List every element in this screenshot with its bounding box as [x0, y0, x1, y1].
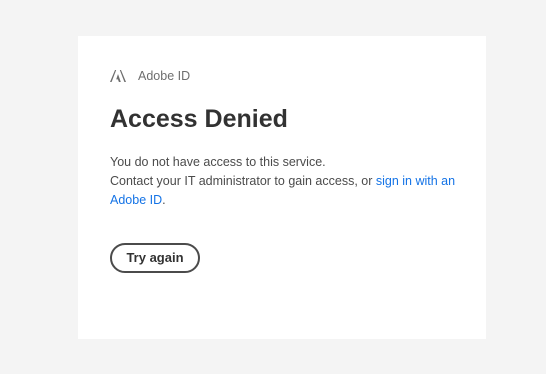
- access-message: You do not have access to this service. …: [110, 153, 460, 210]
- page-title: Access Denied: [110, 105, 288, 133]
- message-line-2: Contact your IT administrator to gain ac…: [110, 174, 376, 188]
- brand-label: Adobe ID: [138, 69, 191, 83]
- message-line-1: You do not have access to this service.: [110, 155, 326, 169]
- access-denied-card: Adobe ID Access Denied You do not have a…: [78, 36, 486, 339]
- brand-header: Adobe ID: [110, 68, 190, 84]
- try-again-button[interactable]: Try again: [110, 243, 200, 273]
- message-suffix: .: [162, 193, 166, 207]
- adobe-logo-icon: [110, 70, 126, 82]
